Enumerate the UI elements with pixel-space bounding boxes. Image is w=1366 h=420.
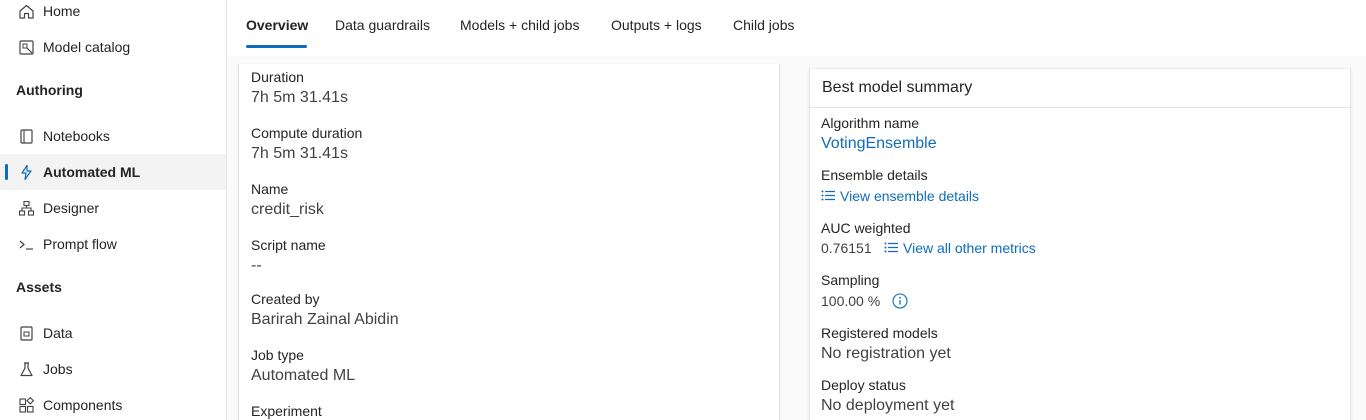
sampling-value: 100.00 % <box>821 293 881 309</box>
compute-duration-label: Compute duration <box>251 125 363 141</box>
active-tab-indicator <box>246 45 307 48</box>
duration-value: 7h 5m 31.41s <box>251 89 348 106</box>
deploy-status-label: Deploy status <box>821 377 906 393</box>
components-icon <box>17 396 35 414</box>
script-name-value: -- <box>251 257 262 274</box>
created-by-value: Barirah Zainal Abidin <box>251 311 399 328</box>
sidebar-item-jobs[interactable]: Jobs <box>0 351 226 387</box>
tab-outputs-logs[interactable]: Outputs + logs <box>611 17 702 33</box>
section-authoring: Authoring <box>16 82 83 98</box>
name-label: Name <box>251 181 289 197</box>
section-assets: Assets <box>16 279 62 295</box>
duration-label: Duration <box>251 69 304 85</box>
view-ensemble-details-link[interactable]: View ensemble details <box>821 188 979 204</box>
link-label: View all other metrics <box>903 240 1036 256</box>
sidebar-item-label: Data <box>43 325 73 341</box>
registered-models-value: No registration yet <box>821 345 951 362</box>
auc-label: AUC weighted <box>821 220 911 236</box>
notebook-icon <box>17 127 35 145</box>
designer-icon <box>17 199 35 217</box>
data-icon <box>17 324 35 342</box>
tab-overview[interactable]: Overview <box>246 17 308 33</box>
sidebar-item-notebooks[interactable]: Notebooks <box>0 118 226 154</box>
sidebar-item-designer[interactable]: Designer <box>0 190 226 226</box>
view-all-metrics-link[interactable]: View all other metrics <box>884 240 1036 256</box>
prompt-flow-icon <box>17 235 35 253</box>
job-type-label: Job type <box>251 347 304 363</box>
experiment-label: Experiment <box>251 403 322 419</box>
auc-value: 0.76151 <box>821 240 872 256</box>
ensemble-label: Ensemble details <box>821 167 928 183</box>
sidebar-item-home[interactable]: Home <box>0 0 226 29</box>
card-divider <box>810 107 1350 108</box>
job-type-value: Automated ML <box>251 367 356 384</box>
tab-child-jobs[interactable]: Child jobs <box>733 17 794 33</box>
deploy-status-value: No deployment yet <box>821 397 955 414</box>
sidebar-item-components[interactable]: Components <box>0 387 226 420</box>
tab-data-guardrails[interactable]: Data guardrails <box>335 17 430 33</box>
sidebar-item-model-catalog[interactable]: Model catalog <box>0 29 226 65</box>
sidebar-item-label: Jobs <box>43 361 73 377</box>
algorithm-link[interactable]: VotingEnsemble <box>821 135 937 153</box>
algorithm-label: Algorithm name <box>821 115 920 131</box>
list-icon <box>884 241 900 255</box>
sidebar-item-automated-ml[interactable]: Automated ML <box>0 154 226 190</box>
sidebar-item-label: Designer <box>43 200 100 216</box>
compute-duration-value: 7h 5m 31.41s <box>251 145 348 162</box>
registered-models-label: Registered models <box>821 325 938 341</box>
sidebar: Home Model catalog Authoring Notebooks A… <box>0 0 227 420</box>
tab-models-child-jobs[interactable]: Models + child jobs <box>460 17 579 33</box>
sidebar-item-prompt-flow[interactable]: Prompt flow <box>0 226 226 262</box>
created-by-label: Created by <box>251 291 320 307</box>
sidebar-item-label: Home <box>43 3 81 19</box>
catalog-icon <box>17 38 35 56</box>
automl-icon <box>17 163 35 181</box>
list-icon <box>821 189 837 203</box>
script-name-label: Script name <box>251 237 326 253</box>
name-value: credit_risk <box>251 201 324 218</box>
home-icon <box>17 2 35 20</box>
jobs-icon <box>17 360 35 378</box>
sidebar-item-label: Model catalog <box>43 39 131 55</box>
sidebar-item-label: Components <box>43 397 123 413</box>
sidebar-item-label: Prompt flow <box>43 236 117 252</box>
sidebar-item-data[interactable]: Data <box>0 315 226 351</box>
card-title: Best model summary <box>822 79 973 96</box>
info-icon[interactable] <box>892 293 908 309</box>
sampling-label: Sampling <box>821 272 880 288</box>
sidebar-item-label: Notebooks <box>43 128 110 144</box>
link-label: View ensemble details <box>840 188 980 204</box>
sidebar-item-label: Automated ML <box>43 164 141 180</box>
